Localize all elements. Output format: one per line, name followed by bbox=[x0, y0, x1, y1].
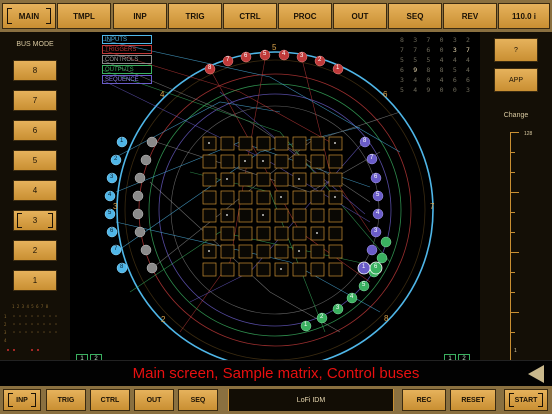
ring-label: 8 bbox=[384, 314, 389, 323]
input-node-label[interactable]: 8 bbox=[120, 264, 123, 270]
slider-min-label: 1 bbox=[514, 348, 517, 354]
bus-mode-5[interactable]: 5 bbox=[13, 150, 57, 171]
ring-label: 5 bbox=[272, 43, 277, 52]
tab-tmpl[interactable]: TMPL bbox=[57, 3, 111, 29]
sequence-node-label[interactable]: 7 bbox=[370, 155, 373, 161]
input-node-label[interactable]: 2 bbox=[114, 156, 117, 162]
sequence-node-label[interactable]: 4 bbox=[376, 210, 379, 216]
sample-matrix-grid bbox=[202, 136, 343, 277]
legend-outputs[interactable]: OUTPUTS bbox=[102, 65, 152, 74]
bus-mode-8[interactable]: 8 bbox=[13, 60, 57, 81]
output-node-label[interactable]: 2 bbox=[320, 314, 323, 320]
sequence-node-label[interactable]: 5 bbox=[376, 192, 379, 198]
trigger-node-label[interactable]: 5 bbox=[263, 51, 266, 57]
tab-inp[interactable]: INP bbox=[113, 3, 167, 29]
bottom-tab-out[interactable]: OUT bbox=[134, 389, 174, 411]
bus-mini-grid: 1 2 3 4 5 6 7 8 1 2 3 4 bbox=[4, 304, 66, 354]
ring-label: 3 bbox=[113, 202, 118, 211]
legend-sequence[interactable]: SEQUENCE bbox=[102, 75, 152, 84]
output-node-label[interactable]: 4 bbox=[350, 294, 353, 300]
output-node-label[interactable]: 6 bbox=[374, 264, 377, 270]
ring-label: 2 bbox=[161, 315, 166, 324]
ring-label: 4 bbox=[160, 90, 165, 99]
bus-mode-2[interactable]: 2 bbox=[13, 240, 57, 261]
trigger-node-label[interactable]: 6 bbox=[244, 53, 247, 59]
bus-mode-panel: BUS MODE 8 7 6 5 4 3 2 1 1 2 3 4 5 6 7 8… bbox=[0, 32, 70, 372]
tab-main[interactable]: MAIN bbox=[2, 3, 56, 29]
output-node-label[interactable]: 3 bbox=[336, 305, 339, 311]
trigger-node-label[interactable]: 4 bbox=[282, 51, 285, 57]
bus-mode-title: BUS MODE bbox=[16, 41, 54, 48]
trigger-node-label[interactable]: 3 bbox=[300, 53, 303, 59]
sequence-node-label[interactable]: 1 bbox=[362, 264, 365, 270]
input-nodes bbox=[104, 49, 392, 332]
tab-trig[interactable]: TRIG bbox=[168, 3, 222, 29]
tab-ctrl[interactable]: CTRL bbox=[223, 3, 277, 29]
bus-mode-3[interactable]: 3 bbox=[13, 210, 57, 231]
rec-button[interactable]: REC bbox=[402, 389, 446, 411]
bus-mode-6[interactable]: 6 bbox=[13, 120, 57, 141]
trigger-node-label[interactable]: 2 bbox=[318, 57, 321, 63]
sequence-node-label[interactable]: 8 bbox=[363, 138, 366, 144]
play-triangle-icon[interactable] bbox=[528, 365, 544, 383]
main-matrix-area: 5 6 7 8 1 2 3 4 1 2 3 4 5 6 7 8 8 7 6 5 … bbox=[70, 32, 480, 372]
start-button[interactable]: START bbox=[504, 389, 548, 411]
tab-seq[interactable]: SEQ bbox=[388, 3, 442, 29]
slider-max-label: 128 bbox=[524, 131, 533, 137]
bottom-tab-inp[interactable]: INP bbox=[3, 389, 41, 411]
input-node-label[interactable]: 3 bbox=[110, 174, 113, 180]
reset-button[interactable]: RESET bbox=[450, 389, 496, 411]
output-node-label[interactable]: 5 bbox=[362, 282, 365, 288]
preset-name-display[interactable]: LoFi IDM bbox=[228, 389, 394, 411]
input-node-label[interactable]: 4 bbox=[108, 192, 111, 198]
bus-mode-7[interactable]: 7 bbox=[13, 90, 57, 111]
help-button[interactable]: ? bbox=[494, 38, 538, 62]
tab-rev[interactable]: REV bbox=[443, 3, 497, 29]
legend-controls[interactable]: CONTROLS bbox=[102, 55, 152, 64]
ring-label: 7 bbox=[430, 202, 435, 211]
app-button[interactable]: APP bbox=[494, 68, 538, 92]
bus-mode-1[interactable]: 1 bbox=[13, 270, 57, 291]
legend-triggers[interactable]: TRIGGERS bbox=[102, 45, 152, 54]
legend-inputs[interactable]: INPUTS bbox=[102, 35, 152, 44]
input-node-label[interactable]: 1 bbox=[120, 138, 123, 144]
top-toolbar: MAIN TMPL INP TRIG CTRL PROC OUT SEQ REV… bbox=[0, 0, 552, 32]
sequence-node-label[interactable]: 6 bbox=[374, 174, 377, 180]
screen-caption: Main screen, Sample matrix, Control buse… bbox=[0, 360, 552, 386]
trigger-node-label[interactable]: 1 bbox=[336, 65, 339, 71]
trigger-node-label[interactable]: 7 bbox=[226, 57, 229, 63]
right-panel: ? APP Change 128 1 bbox=[480, 32, 552, 372]
mini-grid-dots[interactable] bbox=[4, 304, 66, 354]
input-node-label[interactable]: 5 bbox=[108, 210, 111, 216]
input-node-label[interactable]: 6 bbox=[110, 228, 113, 234]
change-slider[interactable] bbox=[510, 132, 519, 362]
change-title: Change bbox=[503, 112, 529, 119]
tab-out[interactable]: OUT bbox=[333, 3, 387, 29]
ring-label: 6 bbox=[383, 90, 388, 99]
output-node-label[interactable]: 1 bbox=[304, 322, 307, 328]
sequence-node-label[interactable]: 3 bbox=[374, 228, 377, 234]
bottom-tab-ctrl[interactable]: CTRL bbox=[90, 389, 130, 411]
bottom-toolbar: INP TRIG CTRL OUT SEQ LoFi IDM REC RESET… bbox=[0, 386, 552, 414]
bottom-tab-trig[interactable]: TRIG bbox=[46, 389, 86, 411]
signal-legend: INPUTS TRIGGERS CONTROLS OUTPUTS SEQUENC… bbox=[102, 35, 152, 85]
trigger-node-label[interactable]: 8 bbox=[208, 65, 211, 71]
bottom-tab-seq[interactable]: SEQ bbox=[178, 389, 218, 411]
tab-proc[interactable]: PROC bbox=[278, 3, 332, 29]
bus-mode-4[interactable]: 4 bbox=[13, 180, 57, 201]
tempo-display[interactable]: 110.0 i bbox=[498, 3, 550, 29]
value-readout: 837032 776037 555444 698854 340466 54900… bbox=[400, 36, 470, 94]
input-node-label[interactable]: 7 bbox=[114, 246, 117, 252]
